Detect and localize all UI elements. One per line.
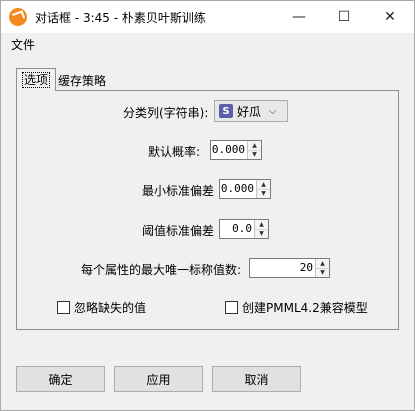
increment-icon[interactable]: ▲ bbox=[316, 259, 329, 268]
max-unique-value[interactable]: 20 bbox=[250, 259, 315, 277]
decrement-icon[interactable]: ▼ bbox=[257, 188, 270, 198]
default-prob-value[interactable]: 0.000 bbox=[211, 141, 247, 159]
pmml-compat-checkbox[interactable]: 创建PMML4.2兼容模型 bbox=[225, 299, 368, 316]
ok-button[interactable]: 确定 bbox=[16, 366, 105, 392]
menu-bar: 文件 bbox=[1, 33, 414, 55]
max-unique-label: 每个属性的最大唯一标称值数: bbox=[81, 263, 242, 277]
pmml-compat-label: 创建PMML4.2兼容模型 bbox=[242, 301, 368, 315]
threshold-std-spinner[interactable]: 0.0 ▲ ▼ bbox=[219, 219, 269, 239]
decrement-icon[interactable]: ▼ bbox=[248, 149, 261, 159]
tab-cache-strategy-label: 缓存策略 bbox=[58, 74, 107, 88]
default-prob-spinner[interactable]: 0.000 ▲ ▼ bbox=[210, 140, 262, 160]
class-column-select[interactable]: S 好瓜 ⌵ bbox=[214, 100, 288, 122]
chevron-down-icon: ⌵ bbox=[269, 105, 277, 117]
cancel-button[interactable]: 取消 bbox=[212, 366, 301, 392]
threshold-std-label: 阈值标准偏差 bbox=[142, 224, 215, 238]
increment-icon[interactable]: ▲ bbox=[248, 141, 261, 150]
class-column-value: 好瓜 bbox=[237, 104, 262, 119]
min-std-value[interactable]: 0.000 bbox=[220, 180, 256, 198]
tab-cache-strategy[interactable]: 缓存策略 bbox=[53, 70, 112, 90]
increment-icon[interactable]: ▲ bbox=[257, 180, 270, 189]
decrement-icon[interactable]: ▼ bbox=[316, 267, 329, 277]
options-panel bbox=[16, 90, 399, 330]
increment-icon[interactable]: ▲ bbox=[255, 220, 268, 229]
checkbox-icon[interactable] bbox=[57, 301, 70, 314]
threshold-std-value[interactable]: 0.0 bbox=[220, 220, 254, 238]
ignore-missing-label: 忽略缺失的值 bbox=[74, 301, 147, 315]
close-button[interactable]: ✕ bbox=[367, 1, 413, 33]
tab-options-label: 选项 bbox=[22, 72, 51, 88]
tab-options[interactable]: 选项 bbox=[16, 68, 57, 91]
decrement-icon[interactable]: ▼ bbox=[255, 228, 268, 238]
dialog-window: 对话框 - 3:45 - 朴素贝叶斯训练 — ☐ ✕ 文件 选项 缓存策略 分类… bbox=[0, 0, 415, 411]
default-prob-label: 默认概率: bbox=[148, 145, 201, 159]
ignore-missing-checkbox[interactable]: 忽略缺失的值 bbox=[57, 299, 146, 316]
menu-file[interactable]: 文件 bbox=[1, 36, 45, 53]
maximize-button[interactable]: ☐ bbox=[321, 1, 367, 33]
max-unique-spinner[interactable]: 20 ▲ ▼ bbox=[249, 258, 330, 278]
app-icon bbox=[9, 8, 27, 26]
min-std-spinner[interactable]: 0.000 ▲ ▼ bbox=[219, 179, 271, 199]
checkbox-icon[interactable] bbox=[225, 301, 238, 314]
string-type-icon: S bbox=[219, 104, 233, 118]
title-bar[interactable]: 对话框 - 3:45 - 朴素贝叶斯训练 — ☐ ✕ bbox=[1, 1, 414, 33]
minimize-button[interactable]: — bbox=[276, 1, 322, 33]
class-column-label: 分类列(字符串): bbox=[123, 106, 209, 120]
apply-button[interactable]: 应用 bbox=[114, 366, 203, 392]
min-std-label: 最小标准偏差 bbox=[142, 184, 215, 198]
window-title: 对话框 - 3:45 - 朴素贝叶斯训练 bbox=[35, 10, 206, 25]
